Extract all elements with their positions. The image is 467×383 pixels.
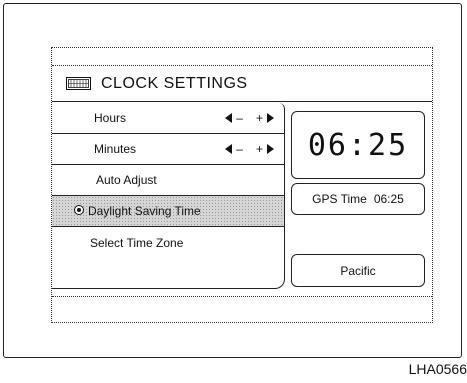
radio-selected-icon[interactable] — [74, 205, 84, 215]
clock-time: 06:25 — [307, 127, 409, 163]
title-bar: CLOCK SETTINGS — [52, 66, 432, 102]
hours-label: Hours — [94, 111, 127, 125]
minutes-minus[interactable]: – — [236, 142, 243, 156]
gps-time-label: GPS Time — [312, 192, 367, 206]
hours-minus[interactable]: – — [236, 111, 243, 125]
minutes-plus[interactable]: + — [256, 142, 263, 156]
figure-id: LHA0566 — [408, 361, 467, 377]
decrease-arrow-icon[interactable] — [225, 113, 233, 123]
auto-adjust-row[interactable]: Auto Adjust — [52, 165, 284, 196]
time-zone-value: Pacific — [340, 263, 376, 278]
increase-arrow-icon[interactable] — [267, 144, 274, 154]
page: CLOCK SETTINGS Hours – + Minutes – + Aut… — [0, 0, 467, 383]
decrease-arrow-icon[interactable] — [225, 144, 233, 154]
minutes-row[interactable]: Minutes – + — [52, 134, 284, 165]
footer-divider — [52, 296, 432, 298]
gps-time-value: 06:25 — [373, 192, 404, 206]
display-screen: CLOCK SETTINGS Hours – + Minutes – + Aut… — [51, 47, 433, 323]
keyboard-icon — [66, 77, 91, 90]
gps-time-box: GPS Time 06:25 — [291, 183, 425, 215]
hours-plus[interactable]: + — [256, 111, 263, 125]
daylight-saving-row[interactable]: Daylight Saving Time — [52, 196, 284, 227]
hours-stepper[interactable]: – + — [225, 103, 274, 133]
settings-menu: Hours – + Minutes – + Auto Adjust Daylig… — [52, 103, 285, 289]
minutes-label: Minutes — [94, 142, 137, 156]
minutes-stepper[interactable]: – + — [225, 134, 274, 164]
auto-adjust-label: Auto Adjust — [96, 173, 157, 187]
time-zone-label: Select Time Zone — [90, 236, 184, 250]
hours-row[interactable]: Hours – + — [52, 103, 284, 134]
time-zone-row[interactable]: Select Time Zone — [52, 227, 284, 259]
increase-arrow-icon[interactable] — [267, 113, 274, 123]
clock-display: 06:25 — [291, 111, 425, 179]
page-title: CLOCK SETTINGS — [101, 74, 248, 92]
daylight-saving-label: Daylight Saving Time — [88, 204, 201, 218]
time-zone-value-box[interactable]: Pacific — [291, 254, 425, 287]
status-strip — [52, 48, 432, 66]
